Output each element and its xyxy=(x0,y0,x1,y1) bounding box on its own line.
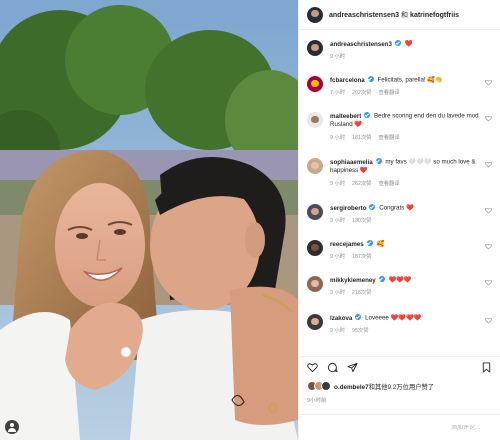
first-liker-username[interactable]: o.dembele7 xyxy=(334,384,369,391)
verified-icon xyxy=(378,276,385,282)
commenter-avatar[interactable] xyxy=(307,276,323,292)
tagged-user-icon[interactable] xyxy=(5,420,19,434)
translate-link[interactable]: 查看翻译 xyxy=(378,181,399,187)
post-authors: andreaschristensen3 和 katrinefogtfriis xyxy=(329,10,459,20)
comment-likes[interactable]: 95次赞 xyxy=(352,328,369,334)
comment-like-heart-icon[interactable] xyxy=(485,79,492,86)
author-username-1[interactable]: andreaschristensen3 xyxy=(329,12,399,19)
comment-input[interactable] xyxy=(360,424,480,431)
commenter-avatar[interactable] xyxy=(307,76,323,92)
caption-username[interactable]: andreaschristensen3 xyxy=(330,41,392,48)
commenter-username[interactable]: sergiroberto xyxy=(330,205,366,212)
commenter-avatar[interactable] xyxy=(307,112,323,128)
verified-icon xyxy=(364,112,371,118)
comment-bubble-icon[interactable] xyxy=(327,362,338,373)
translate-link[interactable]: 查看翻译 xyxy=(378,135,399,141)
commenter-username[interactable]: sophiaaemelia xyxy=(330,159,373,166)
comment-like-heart-icon[interactable] xyxy=(485,317,492,324)
liker-avatar xyxy=(321,381,331,391)
commenter-username[interactable]: reecejames xyxy=(330,241,364,248)
verified-icon xyxy=(394,40,401,46)
verified-icon xyxy=(375,158,382,164)
like-heart-icon[interactable] xyxy=(307,362,318,373)
author-username-2[interactable]: katrinefogtfriis xyxy=(410,12,459,19)
comment-like-heart-icon[interactable] xyxy=(485,161,492,168)
add-comment-bar xyxy=(299,414,500,440)
commenter-avatar[interactable] xyxy=(307,158,323,174)
likes-count-text: 和其他9.2万位用户赞了 xyxy=(368,383,435,391)
comment-item: sophiaaemelia my favs 🤍🤍🤍 so much love &… xyxy=(307,158,492,187)
comment-time: 9 小时 xyxy=(330,290,346,296)
comment-time: 9 小时 xyxy=(330,180,346,187)
comment-time: 7 小时 xyxy=(330,90,346,96)
verified-icon xyxy=(355,314,362,320)
comment-time: 9 小时 xyxy=(330,218,346,224)
comment-text: 🥰 xyxy=(376,240,385,248)
caption-text: ❤️ xyxy=(404,40,413,48)
comment-like-heart-icon[interactable] xyxy=(485,115,492,122)
photo-image xyxy=(0,0,298,440)
comment-text: Loveeee ❤️❤️❤️❤️ xyxy=(365,314,422,322)
comment-item: sergiroberto Congrats ❤️ 9 小时 180次赞 xyxy=(307,204,492,224)
likes-summary[interactable]: o.dembele7和其他9.2万位用户赞了 xyxy=(307,381,494,391)
post-actions xyxy=(299,356,500,378)
comment-like-heart-icon[interactable] xyxy=(485,279,492,286)
post-photo[interactable] xyxy=(0,0,298,440)
verified-icon xyxy=(366,240,373,246)
comment-item: reecejames 🥰 9 小时 187次赞 xyxy=(307,240,492,260)
comment-item: mikkykiemeney ❤️❤️❤️ 9 小时 218次赞 xyxy=(307,276,492,296)
comment-time: 9 小时 xyxy=(330,328,346,334)
comment-item: malteebert Bedre scoring end den du lave… xyxy=(307,112,492,141)
bookmark-icon[interactable] xyxy=(481,362,492,373)
comment-likes[interactable]: 187次赞 xyxy=(352,254,371,260)
caption-avatar[interactable] xyxy=(307,40,323,56)
translate-link[interactable]: 查看翻译 xyxy=(378,90,399,96)
verified-icon xyxy=(367,76,374,82)
comment-item: lzakova Loveeee ❤️❤️❤️❤️ 9 小时 95次赞 xyxy=(307,314,492,334)
commenter-avatar[interactable] xyxy=(307,240,323,256)
commenter-avatar[interactable] xyxy=(307,204,323,220)
commenter-username[interactable]: mikkykiemeney xyxy=(330,277,376,284)
share-send-icon[interactable] xyxy=(347,362,358,373)
author-avatar[interactable] xyxy=(307,6,323,23)
post-detail-panel: andreaschristensen3 和 katrinefogtfriis and… xyxy=(298,0,500,440)
commenter-username[interactable]: lzakova xyxy=(330,315,352,322)
comment-item: fcbarcelona Felicitats, parella! 🥰👏 7 小时… xyxy=(307,76,492,96)
comment-likes[interactable]: 181次赞 xyxy=(352,135,371,141)
comment-likes[interactable]: 202次赞 xyxy=(352,90,371,96)
comment-text: Congrats ❤️ xyxy=(379,204,414,212)
comment-likes[interactable]: 180次赞 xyxy=(352,218,371,224)
likes-text: o.dembele7和其他9.2万位用户赞了 xyxy=(334,382,434,391)
comment-text: ❤️❤️❤️ xyxy=(388,276,412,284)
comment-like-heart-icon[interactable] xyxy=(485,207,492,214)
authors-separator: 和 xyxy=(401,11,409,19)
post-header: andreaschristensen3 和 katrinefogtfriis xyxy=(299,0,500,30)
liker-avatars xyxy=(307,381,331,391)
comment-like-heart-icon[interactable] xyxy=(485,243,492,250)
commenter-avatar[interactable] xyxy=(307,314,323,330)
verified-icon xyxy=(369,204,376,210)
comment-time: 9 小时 xyxy=(330,254,346,260)
comment-text: Felicitats, parella! 🥰👏 xyxy=(377,76,443,84)
caption: andreaschristensen3 ❤️ 9 小时 xyxy=(307,40,492,60)
post-timestamp: 9小时前 xyxy=(307,398,327,404)
comment-likes[interactable]: 218次赞 xyxy=(352,290,371,296)
commenter-username[interactable]: fcbarcelona xyxy=(330,77,365,84)
comment-time: 9 小时 xyxy=(330,134,346,141)
comment-likes[interactable]: 262次赞 xyxy=(352,181,371,187)
commenter-username[interactable]: malteebert xyxy=(330,113,361,120)
caption-time: 9 小时 xyxy=(330,54,346,60)
